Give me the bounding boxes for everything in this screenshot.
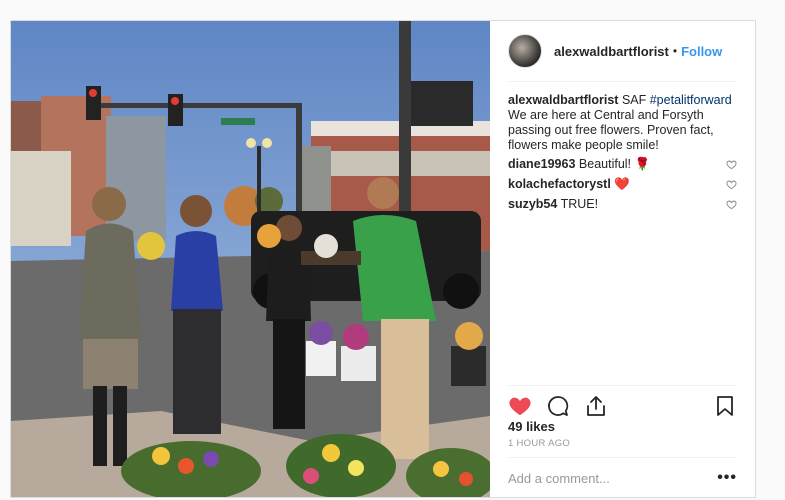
comment-text: TRUE! bbox=[560, 197, 599, 211]
heart-outline-icon[interactable] bbox=[726, 199, 737, 210]
post-sidebar: alexwaldbartflorist • Follow alexwaldbar… bbox=[490, 21, 755, 497]
rose-emoji: 🌹 bbox=[634, 157, 651, 171]
author-username[interactable]: alexwaldbartflorist bbox=[554, 44, 669, 59]
comment-username[interactable]: diane19963 bbox=[508, 157, 575, 171]
more-options-icon[interactable]: ••• bbox=[717, 469, 737, 487]
caption-text-after: We are here at Central and Forsyth passi… bbox=[508, 108, 714, 152]
comments-list: alexwaldbartflorist SAF #petalitforward … bbox=[508, 93, 737, 217]
avatar[interactable] bbox=[508, 34, 542, 68]
likes-count[interactable]: 49 likes bbox=[508, 419, 555, 434]
caption-username[interactable]: alexwaldbartflorist bbox=[508, 93, 618, 107]
comment-item: diane19963 Beautiful! 🌹 bbox=[508, 157, 737, 172]
add-comment-bar: ••• bbox=[508, 457, 737, 498]
comment-item: kolachefactorystl ❤️ bbox=[508, 177, 737, 192]
follow-button[interactable]: Follow bbox=[681, 44, 722, 59]
heart-outline-icon[interactable] bbox=[726, 159, 737, 170]
share-icon[interactable] bbox=[584, 394, 608, 418]
post-header: alexwaldbartflorist • Follow bbox=[508, 21, 737, 82]
heart-outline-icon[interactable] bbox=[726, 179, 737, 190]
post-timestamp[interactable]: 1 HOUR AGO bbox=[508, 438, 570, 449]
caption-hashtag[interactable]: #petalitforward bbox=[650, 93, 732, 107]
comment-input[interactable] bbox=[508, 470, 718, 486]
post-card: alexwaldbartflorist • Follow alexwaldbar… bbox=[10, 20, 756, 498]
comment-username[interactable]: kolachefactorystl bbox=[508, 177, 611, 191]
bookmark-icon[interactable] bbox=[713, 394, 737, 418]
comment-text: Beautiful! bbox=[578, 157, 635, 171]
comment-item: suzyb54 TRUE! bbox=[508, 197, 737, 212]
post-caption: alexwaldbartflorist SAF #petalitforward … bbox=[508, 93, 737, 153]
post-photo[interactable] bbox=[11, 21, 490, 497]
caption-text-before: SAF bbox=[621, 93, 650, 107]
comment-username[interactable]: suzyb54 bbox=[508, 197, 557, 211]
heart-filled-icon[interactable] bbox=[508, 394, 532, 418]
separator-dot: • bbox=[672, 44, 678, 58]
comment-bubble-icon[interactable] bbox=[546, 394, 570, 418]
red-heart-emoji: ❤️ bbox=[614, 177, 630, 191]
